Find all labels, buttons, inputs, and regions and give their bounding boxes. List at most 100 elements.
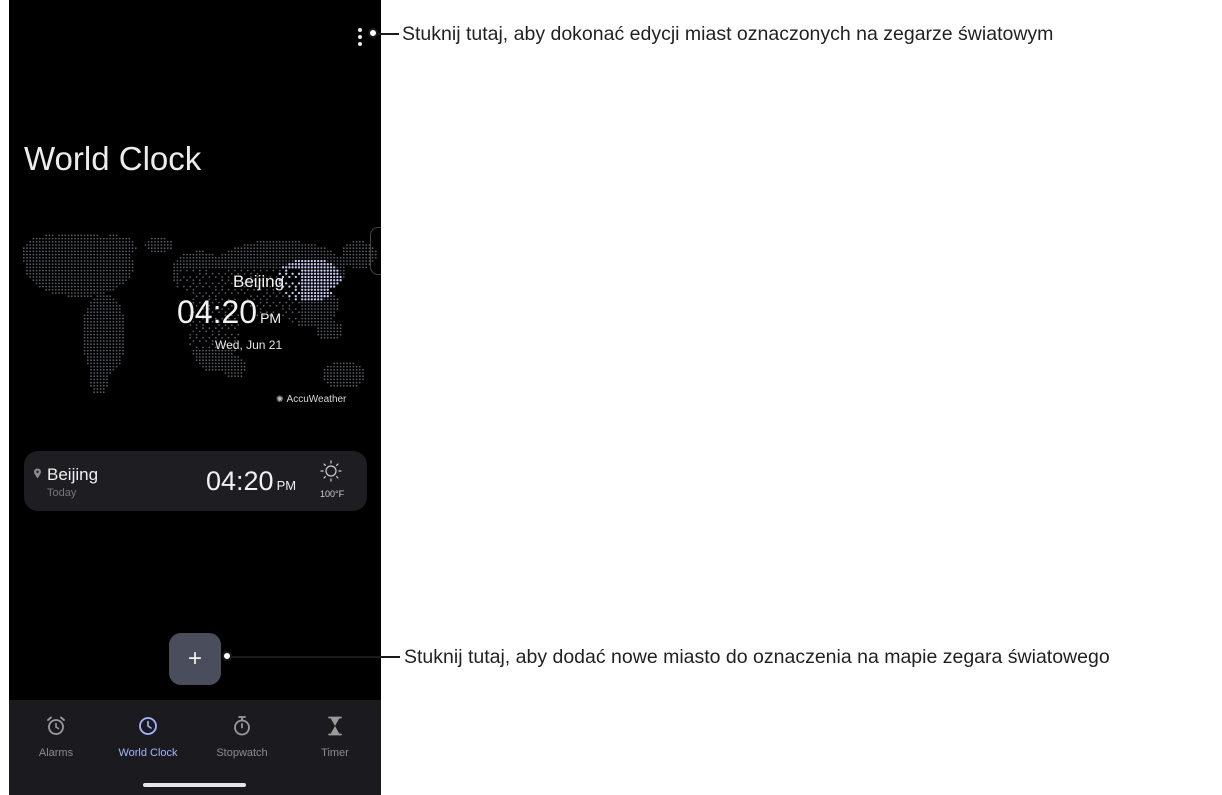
map-dot <box>26 253 28 256</box>
map-dot <box>253 244 256 246</box>
map-dot <box>45 266 48 269</box>
map-dot <box>147 244 150 246</box>
map-dot <box>45 250 48 253</box>
map-dot <box>90 276 92 278</box>
map-dot <box>54 292 57 294</box>
map-dot <box>355 372 358 374</box>
map-dot <box>45 237 48 240</box>
map-dot <box>112 327 115 330</box>
map-dot <box>208 266 211 269</box>
map-dot <box>96 263 99 266</box>
map-dot <box>301 244 304 246</box>
map-dot <box>102 365 105 368</box>
map-dot <box>304 266 307 269</box>
map-dot <box>70 244 73 246</box>
map-dot <box>298 301 300 304</box>
map-dot <box>304 259 307 263</box>
map-dot <box>118 237 121 240</box>
map-dot <box>90 362 92 365</box>
nav-item-stopwatch[interactable]: Stopwatch <box>202 715 282 759</box>
map-dot <box>102 292 105 294</box>
map-dot <box>67 253 70 256</box>
map-dot <box>106 282 108 285</box>
map-dot <box>333 381 336 384</box>
map-dot <box>294 247 297 250</box>
map-dot <box>109 317 112 320</box>
map-dot <box>51 237 54 240</box>
map-dot <box>35 272 38 275</box>
map-dot <box>122 263 124 266</box>
map-dot <box>326 314 329 317</box>
map-dot <box>330 317 332 320</box>
map-dot <box>214 356 217 358</box>
map-dot <box>365 256 368 259</box>
map-dot <box>310 314 313 317</box>
map-dot <box>368 247 371 250</box>
map-dot <box>96 276 99 278</box>
map-dot <box>118 324 121 326</box>
map-dot <box>109 301 112 304</box>
map-dot <box>317 324 320 326</box>
map-dot <box>112 365 115 368</box>
map-dot <box>42 263 44 266</box>
nav-item-alarms[interactable]: Alarms <box>16 715 96 759</box>
map-dot <box>323 327 326 330</box>
map-dot <box>342 253 345 256</box>
map-dot <box>320 320 323 323</box>
map-dot <box>326 330 329 333</box>
map-dot <box>224 272 227 275</box>
map-dot <box>99 352 102 355</box>
map-dot <box>58 256 60 259</box>
map-dot <box>83 340 86 342</box>
map-dot <box>67 256 70 259</box>
accuweather-logo[interactable]: ✺ AccuWeather <box>276 394 346 405</box>
map-dot <box>336 381 339 384</box>
map-dot <box>211 359 214 362</box>
map-dot <box>294 295 297 298</box>
map-dot <box>205 356 208 358</box>
map-dot <box>93 314 96 317</box>
map-dot <box>371 253 374 256</box>
map-dot <box>198 260 201 262</box>
map-dot <box>51 244 54 246</box>
map-dot <box>291 263 294 266</box>
map-dot <box>118 272 121 275</box>
more-options-button[interactable] <box>353 26 367 48</box>
map-dot <box>109 333 112 336</box>
map-dot <box>163 247 166 250</box>
map-dot <box>58 272 60 275</box>
map-dot <box>106 304 108 307</box>
add-city-button[interactable]: + <box>169 633 221 685</box>
map-dot <box>176 260 179 262</box>
map-dot <box>173 279 176 282</box>
map-dot <box>333 272 336 275</box>
nav-item-timer[interactable]: Timer <box>295 715 375 759</box>
city-card[interactable]: Beijing Today 04:20 PM 100°F <box>24 451 367 511</box>
map-dot <box>77 247 80 250</box>
map-dot <box>83 285 86 288</box>
nav-item-world-clock[interactable]: World Clock <box>108 715 188 759</box>
map-dot <box>281 266 285 269</box>
map-dot <box>54 253 57 256</box>
map-dot <box>131 250 134 253</box>
map-dot <box>99 250 102 253</box>
map-dot <box>339 260 342 262</box>
map-dot <box>301 320 304 323</box>
map-dot <box>109 327 112 330</box>
map-dot <box>90 288 92 291</box>
map-dot <box>112 301 115 304</box>
map-dot <box>45 260 48 262</box>
map-dot <box>317 247 320 250</box>
map-dot <box>362 253 364 256</box>
map-dot <box>93 234 96 237</box>
home-indicator[interactable] <box>143 783 246 787</box>
map-dot <box>224 362 227 365</box>
map-dot <box>330 311 332 314</box>
map-dot <box>320 253 323 256</box>
map-dot <box>64 276 67 278</box>
map-dot <box>32 279 35 282</box>
map-dot <box>202 365 204 368</box>
map-dot <box>330 378 332 381</box>
map-dot <box>301 272 304 275</box>
map-dot <box>96 349 99 352</box>
